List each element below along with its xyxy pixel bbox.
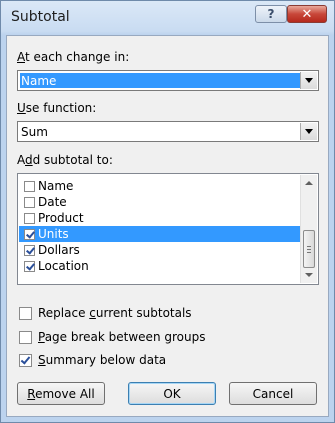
change-in-dropdown-button[interactable] bbox=[300, 72, 317, 89]
list-item-units[interactable]: Units bbox=[19, 226, 303, 242]
list-item-dollars[interactable]: Dollars bbox=[19, 242, 303, 258]
list-item-label: Date bbox=[38, 195, 67, 209]
change-in-value: Name bbox=[21, 74, 57, 88]
dialog-title: Subtotal bbox=[11, 9, 70, 25]
remove-all-label: Remove All bbox=[27, 386, 95, 401]
list-item-label: Location bbox=[38, 259, 89, 273]
add-subtotal-label: Add subtotal to: bbox=[17, 153, 113, 167]
replace-subtotals-label: Replace current subtotals bbox=[38, 306, 192, 320]
list-item-label: Name bbox=[38, 179, 74, 193]
list-item-label: Units bbox=[38, 227, 69, 241]
grip-line bbox=[307, 246, 311, 247]
list-item-checkbox[interactable] bbox=[24, 244, 35, 256]
list-item-product[interactable]: Product bbox=[19, 210, 303, 226]
change-in-selection bbox=[20, 73, 300, 88]
scroll-thumb[interactable] bbox=[303, 230, 315, 268]
list-item-checkbox[interactable] bbox=[24, 196, 35, 208]
list-item-checkbox[interactable] bbox=[24, 228, 35, 240]
use-function-value: Sum bbox=[21, 125, 48, 139]
use-function-label: Use function: bbox=[17, 101, 97, 115]
change-in-label: At each change in: bbox=[17, 50, 130, 64]
ok-button[interactable]: OK bbox=[128, 382, 216, 405]
page-break-label: Page break between groups bbox=[38, 330, 206, 344]
grip-line bbox=[307, 252, 311, 253]
list-item-label: Dollars bbox=[38, 243, 80, 257]
remove-all-button[interactable]: Remove All bbox=[17, 382, 105, 405]
list-item-date[interactable]: Date bbox=[19, 194, 303, 210]
help-icon: ? bbox=[267, 7, 275, 21]
use-function-dropdown-button[interactable] bbox=[300, 123, 317, 140]
summary-below-option[interactable]: Summary below data bbox=[19, 352, 166, 368]
list-item-checkbox[interactable] bbox=[24, 212, 35, 224]
ok-label: OK bbox=[163, 386, 181, 401]
subtotal-dialog: Subtotal ? ✕ At each change in: Name Use… bbox=[0, 0, 335, 423]
close-icon: ✕ bbox=[301, 6, 313, 22]
cancel-label: Cancel bbox=[252, 386, 294, 401]
help-button[interactable]: ? bbox=[255, 5, 287, 23]
list-item-location[interactable]: Location bbox=[19, 258, 303, 274]
list-item-checkbox[interactable] bbox=[24, 260, 35, 272]
page-break-option[interactable]: Page break between groups bbox=[19, 329, 205, 345]
add-subtotal-listbox[interactable]: Name Date Product Units Dollars Location bbox=[17, 173, 319, 285]
dialog-body: At each change in: Name Use function: Su… bbox=[6, 35, 329, 417]
scroll-up-icon[interactable] bbox=[305, 181, 313, 185]
close-button[interactable]: ✕ bbox=[287, 5, 327, 23]
list-item-name[interactable]: Name bbox=[19, 178, 303, 194]
list-item-checkbox[interactable] bbox=[24, 180, 35, 192]
grip-line bbox=[307, 249, 311, 250]
page-break-checkbox[interactable] bbox=[19, 330, 32, 344]
use-function-dropdown[interactable]: Sum bbox=[17, 121, 319, 142]
cancel-button[interactable]: Cancel bbox=[229, 382, 317, 405]
replace-subtotals-option[interactable]: Replace current subtotals bbox=[19, 305, 192, 321]
scroll-down-icon[interactable] bbox=[305, 273, 313, 277]
list-item-label: Product bbox=[38, 211, 84, 225]
replace-subtotals-checkbox[interactable] bbox=[19, 306, 32, 320]
chevron-down-icon bbox=[305, 129, 313, 134]
summary-below-label: Summary below data bbox=[38, 353, 167, 367]
list-scrollbar[interactable] bbox=[300, 175, 317, 283]
summary-below-checkbox[interactable] bbox=[19, 353, 32, 367]
change-in-dropdown[interactable]: Name bbox=[17, 70, 319, 91]
chevron-down-icon bbox=[305, 78, 313, 83]
